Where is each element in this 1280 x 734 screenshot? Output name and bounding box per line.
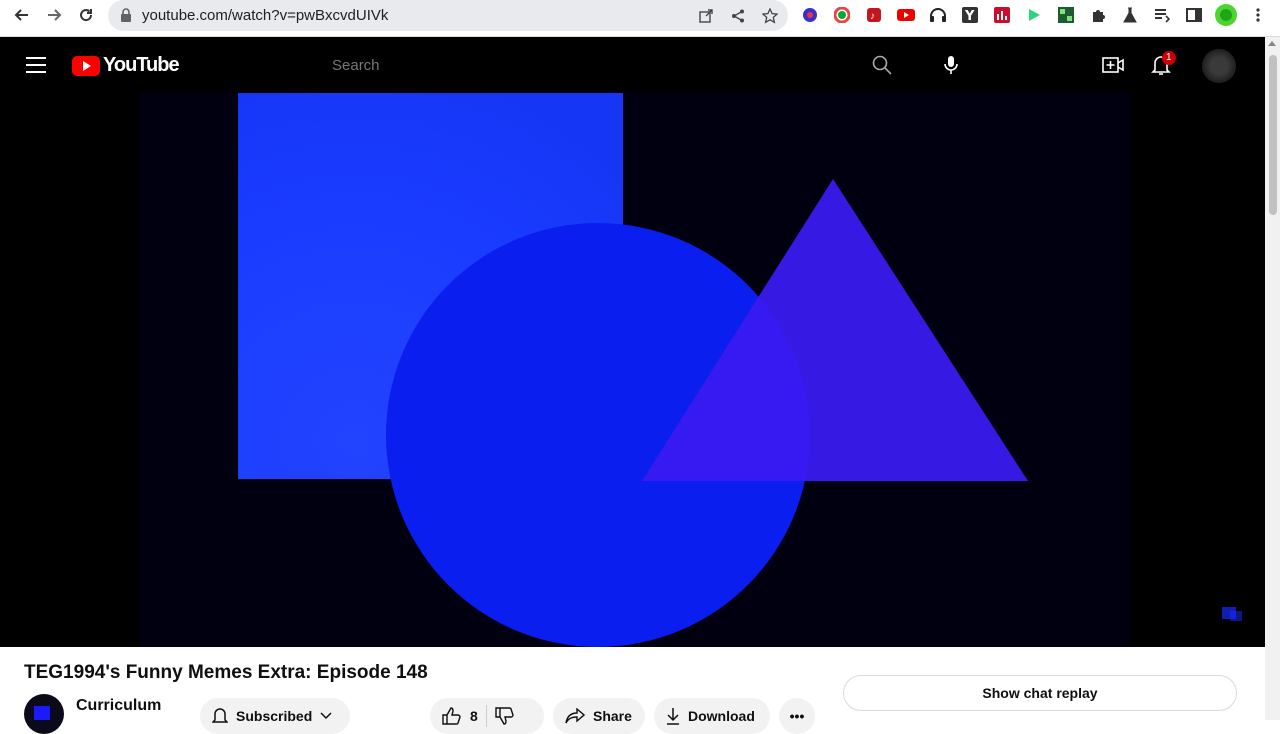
reading-list-icon[interactable] [1152, 5, 1172, 25]
extension-grid-icon[interactable] [1056, 5, 1076, 25]
chevron-down-icon [320, 712, 332, 720]
more-dots-icon: ••• [789, 708, 805, 724]
extension-headphones-icon[interactable] [928, 5, 948, 25]
svg-text:Y: Y [964, 9, 975, 23]
svg-text:♪: ♪ [870, 11, 875, 22]
extension-music-icon[interactable]: ♪ [864, 5, 884, 25]
create-video-icon[interactable] [1101, 53, 1125, 77]
extension-globe-icon[interactable] [800, 5, 820, 25]
share-button[interactable]: Share [553, 698, 645, 734]
back-button[interactable] [8, 4, 36, 26]
like-count[interactable]: 8 [470, 708, 478, 724]
chrome-menu-icon[interactable] [1248, 5, 1268, 25]
reload-button[interactable] [72, 4, 100, 26]
like-divider [485, 705, 487, 727]
download-arrow-icon [667, 708, 679, 725]
extension-youtube-icon[interactable] [896, 5, 916, 25]
extension-play-icon[interactable] [1024, 5, 1044, 25]
youtube-page: YouTube 1 [0, 37, 1265, 647]
thumbs-up-icon[interactable] [442, 707, 462, 725]
youtube-logo[interactable]: YouTube [72, 54, 180, 77]
thumbs-down-icon[interactable] [495, 707, 515, 725]
scroll-up-arrow-icon[interactable] [1268, 41, 1276, 46]
youtube-masthead: YouTube 1 [0, 37, 1265, 93]
more-actions-button[interactable]: ••• [779, 698, 815, 734]
channel-avatar[interactable] [24, 694, 64, 734]
download-label: Download [688, 708, 755, 724]
subscribed-button[interactable]: Subscribed [200, 698, 350, 734]
extensions-puzzle-icon[interactable] [1088, 5, 1108, 25]
download-button[interactable]: Download [654, 698, 770, 734]
video-frame [238, 93, 1028, 647]
url-text: youtube.com/watch?v=pwBxcvdUIVk [142, 7, 389, 24]
extension-y-icon[interactable]: Y [960, 5, 980, 25]
share-arrow-icon [565, 708, 585, 724]
share-page-icon[interactable] [728, 6, 748, 26]
search-icon[interactable] [870, 53, 894, 77]
microphone-icon[interactable] [939, 53, 963, 77]
bookmark-star-icon[interactable] [760, 6, 780, 26]
notification-count-badge: 1 [1162, 51, 1176, 65]
like-dislike-group: 8 [430, 698, 544, 734]
extension-flask-icon[interactable] [1120, 5, 1140, 25]
forward-button[interactable] [40, 4, 68, 26]
youtube-play-icon [72, 55, 100, 76]
page-scrollbar[interactable] [1265, 37, 1280, 720]
video-title: TEG1994's Funny Memes Extra: Episode 148 [24, 662, 428, 683]
channel-watermark-icon[interactable] [1222, 605, 1244, 623]
scrollbar-thumb[interactable] [1269, 55, 1277, 215]
lock-icon [121, 8, 131, 22]
youtube-logo-text: YouTube [103, 54, 180, 76]
subscribed-label: Subscribed [236, 708, 313, 724]
show-chat-replay-button[interactable]: Show chat replay [843, 675, 1237, 711]
extension-chart-icon[interactable] [992, 5, 1012, 25]
extension-color-icon[interactable] [832, 5, 852, 25]
address-bar[interactable]: youtube.com/watch?v=pwBxcvdUIVk [108, 0, 788, 31]
video-player[interactable] [140, 93, 1130, 647]
side-panel-icon[interactable] [1184, 5, 1204, 25]
browser-toolbar: youtube.com/watch?v=pwBxcvdUIVk ♪ Y [0, 0, 1280, 37]
bell-icon [212, 708, 228, 723]
profile-avatar-icon[interactable] [1214, 3, 1238, 27]
channel-name[interactable]: Curriculum [76, 697, 161, 715]
reload-icon [80, 9, 93, 22]
menu-hamburger-icon[interactable] [26, 57, 46, 73]
arrow-right-icon [48, 9, 62, 21]
share-label: Share [593, 708, 632, 724]
search-input[interactable] [318, 49, 848, 81]
arrow-left-icon [14, 9, 28, 21]
open-in-new-icon[interactable] [696, 6, 716, 26]
account-avatar[interactable] [1202, 49, 1236, 83]
